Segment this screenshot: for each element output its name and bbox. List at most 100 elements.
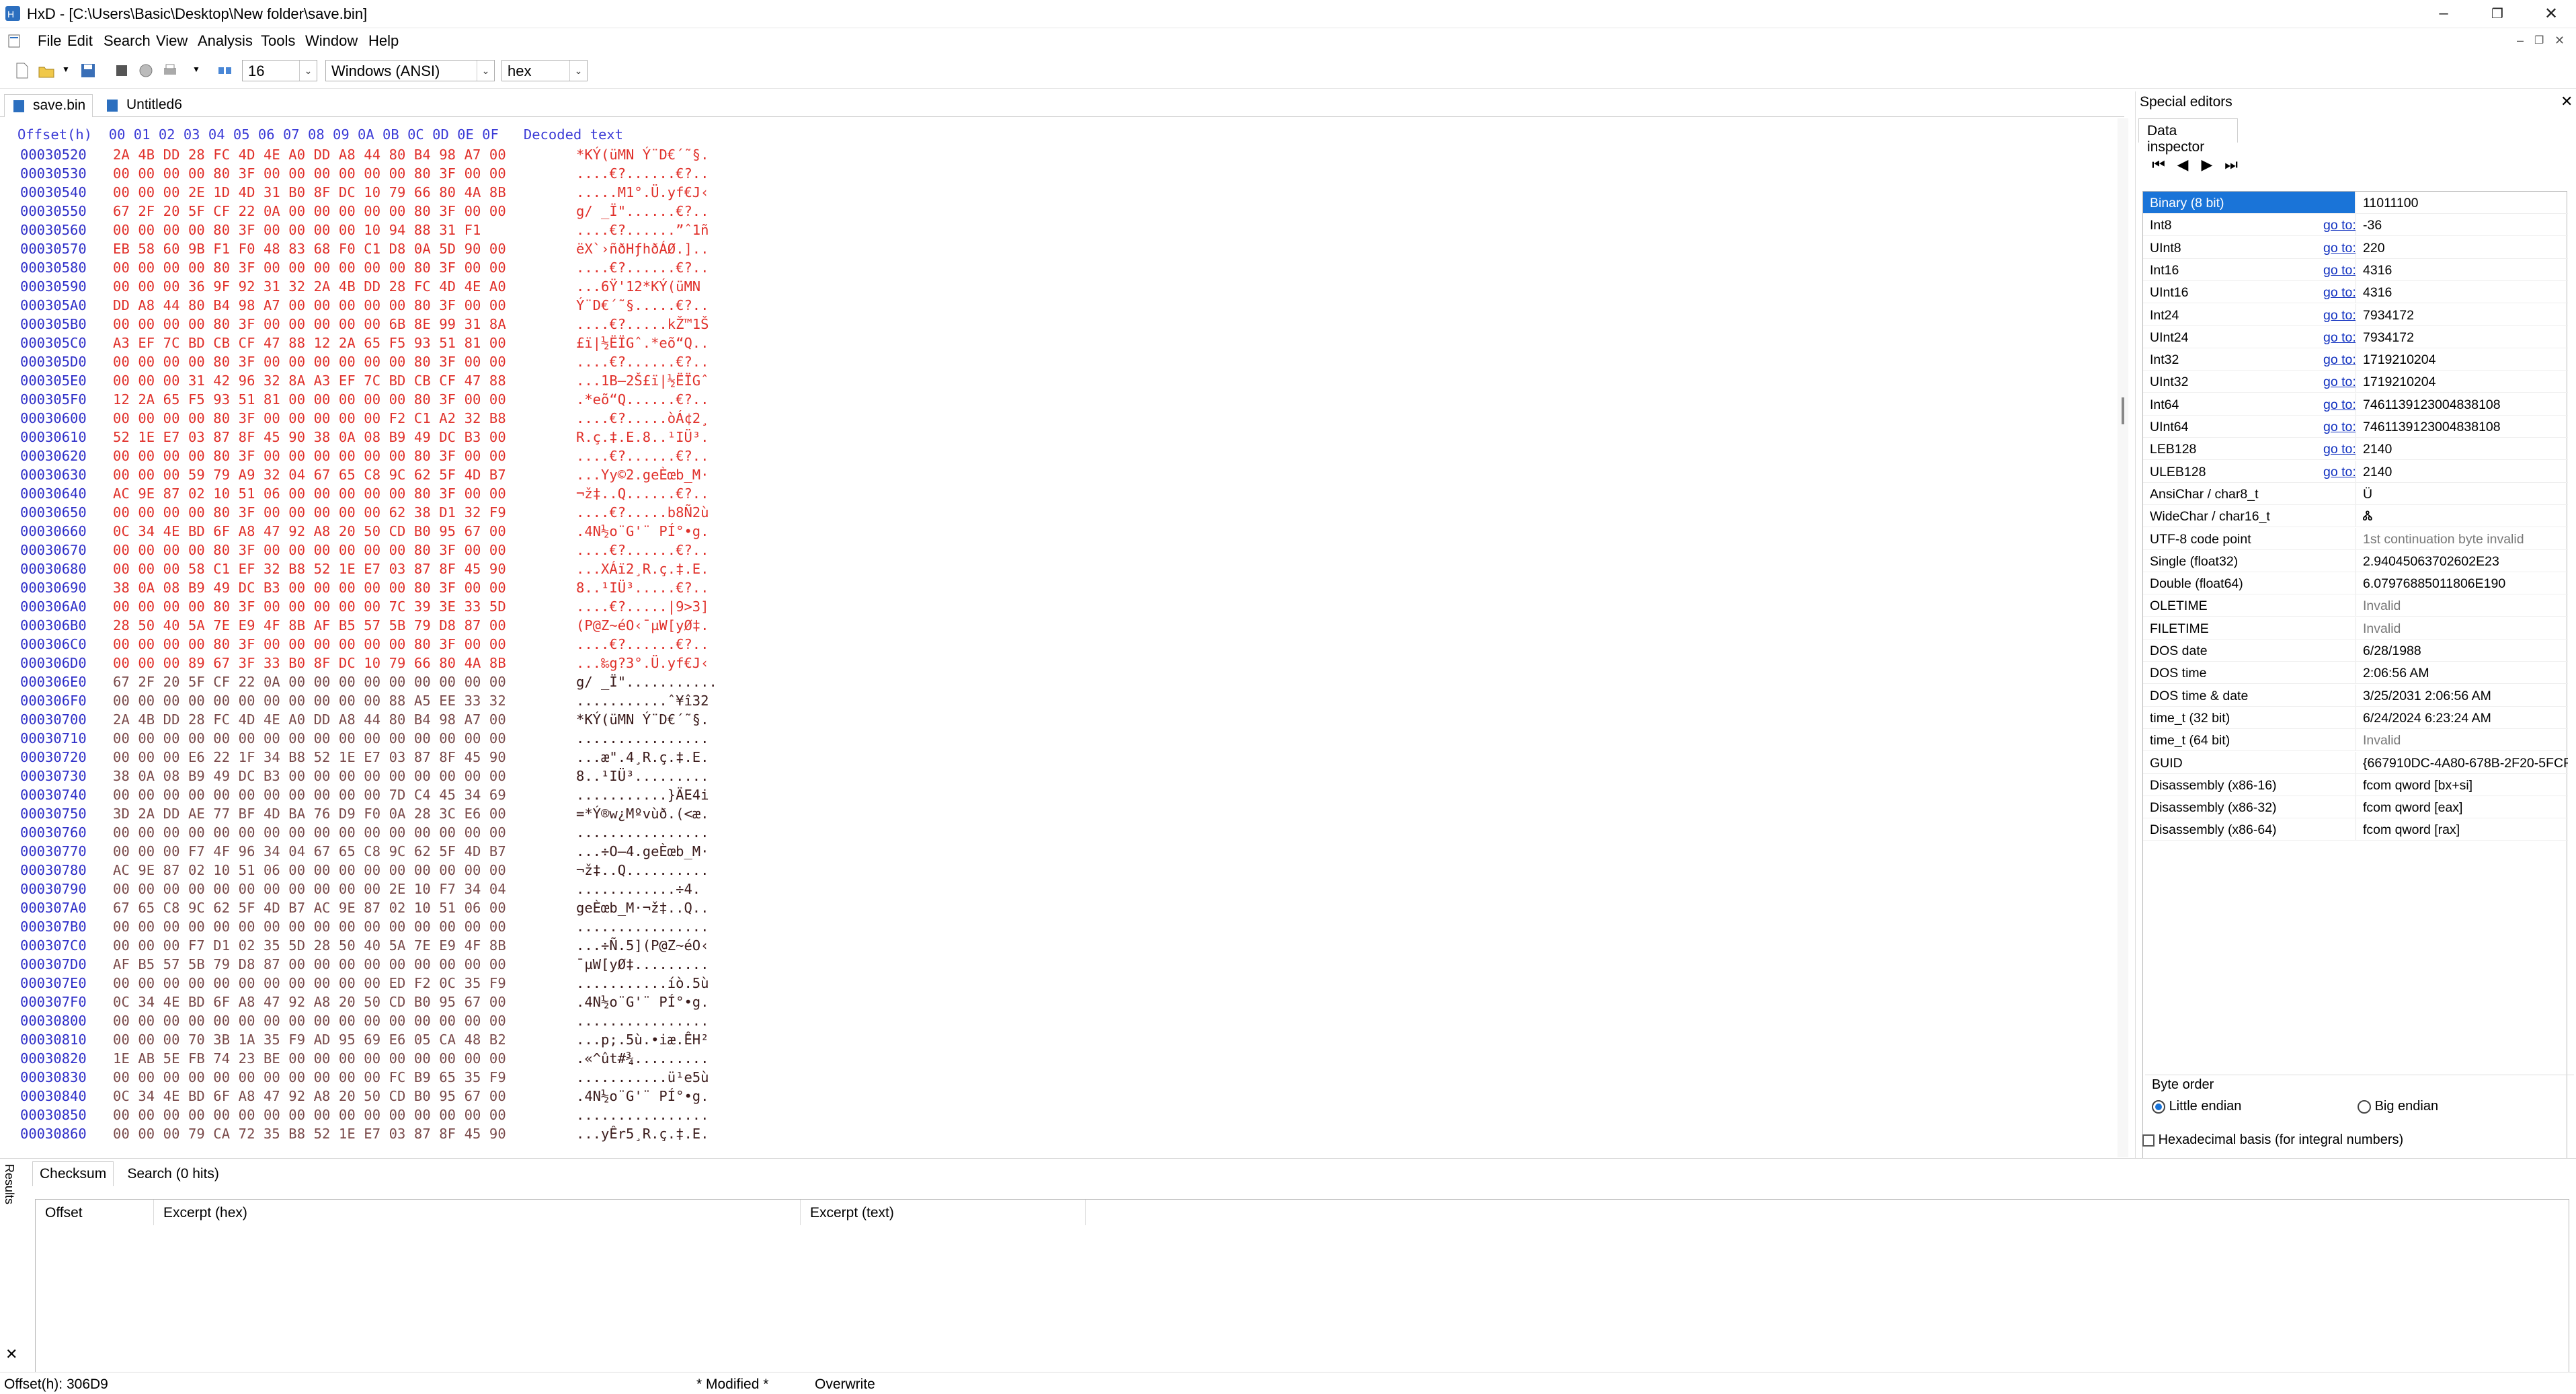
goto-link[interactable]: go to:: [2323, 375, 2356, 390]
row-hex-bytes[interactable]: 00 00 00 59 79 A9 32 04 67 65 C8 9C 62 5…: [113, 467, 506, 483]
row-decoded-text[interactable]: ...p;.5ù.•iæ.ÊH²: [576, 1032, 709, 1048]
results-table[interactable]: Offset Excerpt (hex) Excerpt (text): [35, 1199, 2569, 1375]
tab-data-inspector[interactable]: Data inspector: [2138, 118, 2238, 155]
row-hex-bytes[interactable]: 00 00 00 00 00 00 00 00 00 00 00 00 00 0…: [113, 824, 506, 841]
goto-link[interactable]: go to:: [2323, 218, 2356, 233]
inspector-row[interactable]: Int16 go to: 4316: [2143, 258, 2568, 281]
row-hex-bytes[interactable]: AC 9E 87 02 10 51 06 00 00 00 00 00 80 3…: [113, 486, 506, 502]
inspector-row[interactable]: UInt24 go to: 7934172: [2143, 325, 2568, 348]
row-decoded-text[interactable]: ¬ž‡..Q..........: [576, 862, 709, 878]
row-hex-bytes[interactable]: 00 00 00 00 00 00 00 00 00 00 00 88 A5 E…: [113, 693, 506, 709]
row-hex-bytes[interactable]: 00 00 00 E6 22 1F 34 B8 52 1E E7 03 87 8…: [113, 749, 506, 765]
close-icon[interactable]: ✕: [2561, 93, 2573, 110]
inspector-value[interactable]: Invalid: [2356, 617, 2568, 639]
inspector-value[interactable]: 11011100: [2356, 192, 2568, 213]
row-decoded-text[interactable]: ...1B–2Š£ï|½ËÏGˆ: [576, 373, 709, 389]
row-decoded-text[interactable]: 8..¹IÜ³.........: [576, 768, 709, 784]
menu-file[interactable]: File: [38, 32, 61, 50]
row-decoded-text[interactable]: ...yÊr5¸R.ç.‡.E.: [576, 1126, 709, 1142]
tab-search[interactable]: Search (0 hits): [120, 1162, 226, 1186]
row-decoded-text[interactable]: .....M1°.Ü.yf€J‹: [576, 184, 709, 200]
row-hex-bytes[interactable]: AF B5 57 5B 79 D8 87 00 00 00 00 00 00 0…: [113, 956, 506, 972]
inspector-row[interactable]: UInt64 go to: 7461139123004838108: [2143, 416, 2568, 438]
goto-link[interactable]: go to:: [2323, 308, 2356, 323]
row-hex-bytes[interactable]: 00 00 00 00 80 3F 00 00 00 00 00 F2 C1 A…: [113, 410, 506, 426]
properties-icon[interactable]: [137, 62, 155, 79]
row-hex-bytes[interactable]: AC 9E 87 02 10 51 06 00 00 00 00 00 00 0…: [113, 862, 506, 878]
inspector-value[interactable]: Ꮬ: [2356, 505, 2568, 527]
goto-link[interactable]: go to:: [2323, 285, 2356, 301]
close-doc-icon[interactable]: [113, 62, 130, 79]
status-mode[interactable]: Overwrite: [815, 1377, 875, 1393]
row-decoded-text[interactable]: ............÷4.: [576, 881, 700, 897]
row-hex-bytes[interactable]: A3 EF 7C BD CB CF 47 88 12 2A 65 F5 93 5…: [113, 335, 506, 351]
row-decoded-text[interactable]: ëX`›ñðHƒhðÁØ.]..: [576, 241, 709, 257]
row-hex-bytes[interactable]: 00 00 00 00 80 3F 00 00 00 00 00 00 80 3…: [113, 448, 506, 464]
row-hex-bytes[interactable]: 00 00 00 00 80 3F 00 00 00 00 00 62 38 D…: [113, 504, 506, 520]
row-hex-bytes[interactable]: 00 00 00 00 80 3F 00 00 00 00 00 00 80 3…: [113, 636, 506, 652]
row-hex-bytes[interactable]: 00 00 00 79 CA 72 35 B8 52 1E E7 03 87 8…: [113, 1126, 506, 1142]
print-icon[interactable]: [161, 62, 179, 79]
inspector-row[interactable]: Binary (8 bit) 11011100: [2143, 192, 2568, 214]
close-results-icon[interactable]: ✕: [5, 1346, 17, 1363]
row-decoded-text[interactable]: ...æ".4¸R.ç.‡.E.: [576, 749, 709, 765]
open-dropdown-icon[interactable]: ▼: [62, 65, 70, 74]
open-file-icon[interactable]: [38, 62, 55, 79]
bytes-per-row-select[interactable]: 16 ⌄: [242, 60, 317, 81]
save-icon[interactable]: [79, 62, 97, 79]
row-decoded-text[interactable]: ...........}ÄE4i: [576, 787, 709, 803]
row-decoded-text[interactable]: ...Yy©2.geÈœb_M·: [576, 467, 709, 483]
goto-link[interactable]: go to:: [2323, 352, 2356, 368]
col-excerpt-hex[interactable]: Excerpt (hex): [154, 1200, 801, 1225]
inspector-row[interactable]: DOS date 6/28/1988: [2143, 640, 2568, 662]
row-decoded-text[interactable]: g/ _Ï"......€?..: [576, 203, 709, 219]
row-decoded-text[interactable]: ................: [576, 919, 709, 935]
row-hex-bytes[interactable]: DD A8 44 80 B4 98 A7 00 00 00 00 00 80 3…: [113, 297, 506, 313]
row-decoded-text[interactable]: *KÝ(üMN Ý¨D€´˜§.: [576, 147, 709, 163]
inspector-value[interactable]: 6/28/1988: [2356, 640, 2568, 661]
row-hex-bytes[interactable]: 67 65 C8 9C 62 5F 4D B7 AC 9E 87 02 10 5…: [113, 900, 506, 916]
row-decoded-text[interactable]: =*Ý®w¿Mºvùð.(<æ.: [576, 806, 709, 822]
row-hex-bytes[interactable]: 00 00 00 00 00 00 00 00 00 00 00 FC B9 6…: [113, 1069, 506, 1085]
last-icon[interactable]: ⏭: [2219, 156, 2243, 173]
row-hex-bytes[interactable]: 00 00 00 89 67 3F 33 B0 8F DC 10 79 66 8…: [113, 655, 506, 671]
col-offset[interactable]: Offset: [36, 1200, 154, 1225]
row-decoded-text[interactable]: ...........ü¹e5ù: [576, 1069, 709, 1085]
inspector-row[interactable]: Disassembly (x86-32) fcom qword [eax]: [2143, 796, 2568, 819]
menu-analysis[interactable]: Analysis: [198, 32, 253, 50]
row-decoded-text[interactable]: ...6Ÿ'12*KÝ(üMN: [576, 278, 709, 295]
row-decoded-text[interactable]: ...........ˆ¥î32: [576, 693, 709, 709]
row-decoded-text[interactable]: ....€?......€?..: [576, 260, 709, 276]
row-hex-bytes[interactable]: 2A 4B DD 28 FC 4D 4E A0 DD A8 44 80 B4 9…: [113, 147, 506, 163]
inspector-value[interactable]: -36: [2356, 214, 2568, 236]
inspector-row[interactable]: Disassembly (x86-64) fcom qword [rax]: [2143, 818, 2568, 841]
row-hex-bytes[interactable]: 00 00 00 70 3B 1A 35 F9 AD 95 69 E6 05 C…: [113, 1032, 506, 1048]
mdi-restore-button[interactable]: ❐: [2534, 34, 2544, 47]
row-decoded-text[interactable]: g/ _Ï"...........: [576, 674, 717, 690]
row-decoded-text[interactable]: (P@Z~éO‹¯µW[yØ‡.: [576, 617, 709, 633]
row-decoded-text[interactable]: Ý¨D€´˜§.....€?..: [576, 297, 709, 313]
inspector-row[interactable]: DOS time 2:06:56 AM: [2143, 662, 2568, 685]
tab-save-bin[interactable]: save.bin: [4, 94, 93, 117]
inspector-row[interactable]: Double (float64) 6.07976885011806E190: [2143, 572, 2568, 595]
row-decoded-text[interactable]: ...÷O–4.geÈœb_M·: [576, 843, 709, 859]
previous-icon[interactable]: ◀: [2171, 156, 2195, 173]
inspector-row[interactable]: AnsiChar / char8_t Ü: [2143, 482, 2568, 505]
row-decoded-text[interactable]: ....€?.....òÁ¢2¸: [576, 410, 709, 426]
row-hex-bytes[interactable]: 3D 2A DD AE 77 BF 4D BA 76 D9 F0 0A 28 3…: [113, 806, 506, 822]
row-hex-bytes[interactable]: 00 00 00 00 00 00 00 00 00 00 00 7D C4 4…: [113, 787, 506, 803]
row-hex-bytes[interactable]: 67 2F 20 5F CF 22 0A 00 00 00 00 00 80 3…: [113, 203, 506, 219]
inspector-row[interactable]: UInt16 go to: 4316: [2143, 281, 2568, 304]
mdi-close-button[interactable]: ✕: [2554, 34, 2565, 48]
row-decoded-text[interactable]: ................: [576, 730, 709, 746]
row-hex-bytes[interactable]: 00 00 00 F7 4F 96 34 04 67 65 C8 9C 62 5…: [113, 843, 506, 859]
inspector-value[interactable]: Ü: [2356, 482, 2568, 504]
scrollbar-thumb[interactable]: [2122, 397, 2124, 424]
tab-checksum[interactable]: Checksum: [32, 1161, 114, 1186]
inspector-value[interactable]: 3/25/2031 2:06:56 AM: [2356, 684, 2568, 706]
row-hex-bytes[interactable]: 1E AB 5E FB 74 23 BE 00 00 00 00 00 00 0…: [113, 1050, 506, 1067]
row-hex-bytes[interactable]: 00 00 00 00 00 00 00 00 00 00 00 00 00 0…: [113, 1107, 506, 1123]
inspector-value[interactable]: 7934172: [2356, 303, 2568, 325]
row-decoded-text[interactable]: ...‰g?3°.Ü.yf€J‹: [576, 655, 709, 671]
inspector-value[interactable]: 6.07976885011806E190: [2356, 572, 2568, 594]
